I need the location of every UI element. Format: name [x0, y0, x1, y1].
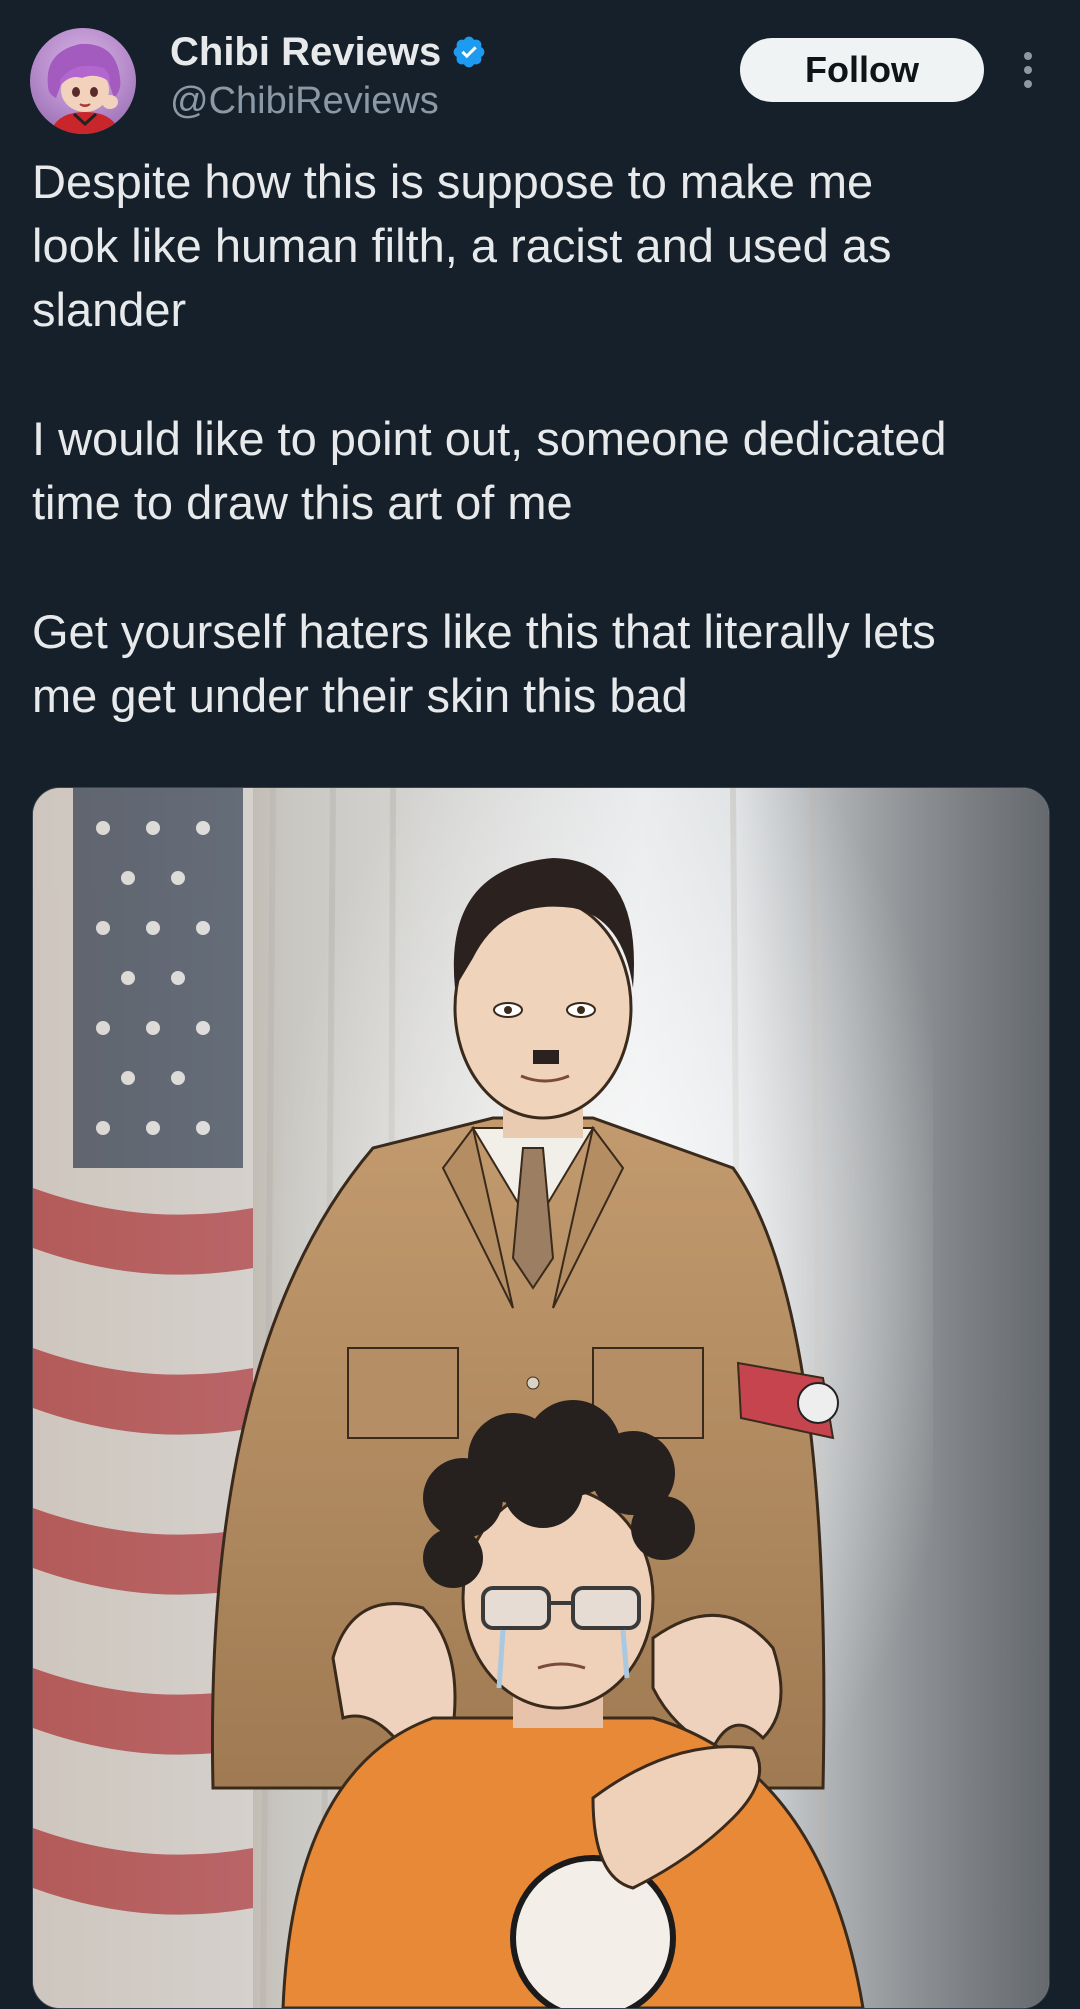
- anime-avatar-icon: [47, 43, 121, 134]
- post-text: Despite how this is suppose to make me l…: [32, 150, 1062, 728]
- follow-button[interactable]: Follow: [740, 38, 984, 102]
- author-info: Chibi Reviews @ChibiReviews: [170, 26, 487, 123]
- post-paragraph: Despite how this is suppose to make me l…: [32, 155, 892, 336]
- author-avatar[interactable]: [30, 28, 136, 134]
- more-dot: [1024, 80, 1032, 88]
- post-paragraph: I would like to point out, someone dedic…: [32, 412, 947, 529]
- more-vertical-icon[interactable]: [1010, 44, 1046, 96]
- display-name-row: Chibi Reviews: [170, 26, 487, 78]
- post-header: Chibi Reviews @ChibiReviews Follow: [0, 0, 1080, 140]
- more-dot: [1024, 52, 1032, 60]
- author-display-name[interactable]: Chibi Reviews: [170, 30, 441, 75]
- verified-badge-icon: [453, 36, 485, 68]
- illustration: [33, 788, 1049, 2008]
- author-handle[interactable]: @ChibiReviews: [170, 80, 487, 123]
- post-paragraph: Get yourself haters like this that liter…: [32, 605, 936, 722]
- post-media-image[interactable]: [32, 787, 1050, 2009]
- more-dot: [1024, 66, 1032, 74]
